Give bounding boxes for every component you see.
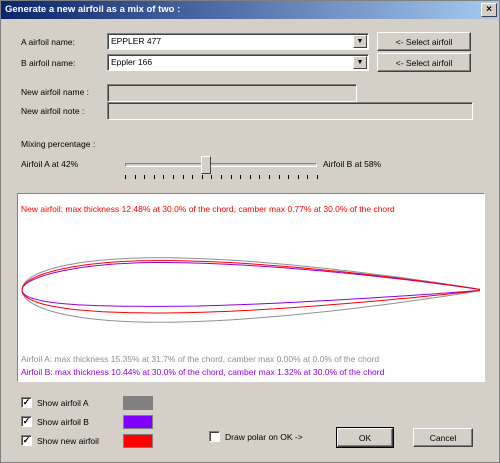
show-airfoil-b-checkbox[interactable]: ✓ [21,416,32,427]
slider-tick [259,175,261,179]
check-icon: ✓ [22,435,31,445]
slider-tick [278,175,280,179]
airfoil-b-color-swatch[interactable] [123,415,153,429]
show-airfoil-b-label: Show airfoil B [37,417,89,427]
airfoil-b-select[interactable]: Eppler 166 ▼ [107,54,369,71]
slider-tick [249,175,251,179]
show-airfoil-a-label: Show airfoil A [37,398,89,408]
airfoil-a-value: EPPLER 477 [111,36,162,46]
mixing-percentage-heading: Mixing percentage : [21,139,96,149]
new-airfoil-note-label: New airfoil note : [21,106,85,116]
slider-tick [144,175,146,179]
airfoil-a-curve [21,257,480,323]
airfoil-b-curve [21,262,480,307]
draw-polar-checkbox[interactable] [209,431,220,442]
mixing-slider-track[interactable] [125,163,317,167]
show-new-airfoil-label: Show new airfoil [37,436,99,446]
new-airfoil-name-label: New airfoil name : [21,87,90,97]
title-bar[interactable]: Generate a new airfoil as a mix of two :… [1,1,499,19]
airfoil-b-info: Airfoil B: max thickness 10.44% at 30.0%… [21,367,385,377]
airfoil-preview-plot: New airfoil: max thickness 12.48% at 30.… [17,193,485,382]
check-icon: ✓ [22,416,31,426]
slider-tick [307,175,309,179]
slider-tick [288,175,290,179]
slider-tick [153,175,155,179]
airfoil-a-info: Airfoil A: max thickness 15.35% at 31.7%… [21,354,380,364]
new-airfoil-color-swatch[interactable] [123,434,153,448]
airfoil-b-value: Eppler 166 [111,57,153,67]
select-airfoil-b-button[interactable]: <- Select airfoil [377,53,471,72]
slider-tick [230,175,232,179]
airfoil-b-percent-label: Airfoil B at 58% [323,159,382,169]
slider-tick [182,175,184,179]
select-airfoil-a-button[interactable]: <- Select airfoil [377,32,471,51]
airfoil-b-label: B airfoil name: [21,58,76,68]
mixing-slider-thumb[interactable] [200,156,211,174]
show-airfoil-a-checkbox[interactable]: ✓ [21,397,32,408]
airfoil-a-color-swatch[interactable] [123,396,153,410]
slider-tick [317,175,318,179]
check-icon: ✓ [22,397,31,407]
slider-tick [240,175,242,179]
chevron-down-icon[interactable]: ▼ [353,56,367,69]
slider-tick [297,175,299,179]
show-new-airfoil-checkbox[interactable]: ✓ [21,435,32,446]
new-airfoil-note-input[interactable] [107,102,473,120]
slider-tick [221,175,222,179]
slider-tick [163,175,165,179]
mix-airfoil-dialog: Generate a new airfoil as a mix of two :… [0,0,500,463]
close-button[interactable]: × [481,3,497,17]
airfoil-a-select[interactable]: EPPLER 477 ▼ [107,33,369,50]
airfoil-a-percent-label: Airfoil A at 42% [21,159,79,169]
slider-tick [201,175,203,179]
slider-tick [125,175,126,179]
cancel-button[interactable]: Cancel [413,428,473,447]
slider-tick [269,175,270,179]
ok-button[interactable]: OK [336,427,394,448]
slider-tick [211,175,213,179]
slider-tick [173,175,174,179]
new-airfoil-name-input[interactable] [107,84,357,102]
chevron-down-icon[interactable]: ▼ [353,35,367,48]
draw-polar-label: Draw polar on OK -> [225,432,303,442]
slider-tick [134,175,136,179]
close-icon: × [486,4,492,15]
slider-tick [192,175,194,179]
window-title: Generate a new airfoil as a mix of two : [5,4,181,15]
airfoil-a-label: A airfoil name: [21,37,75,47]
